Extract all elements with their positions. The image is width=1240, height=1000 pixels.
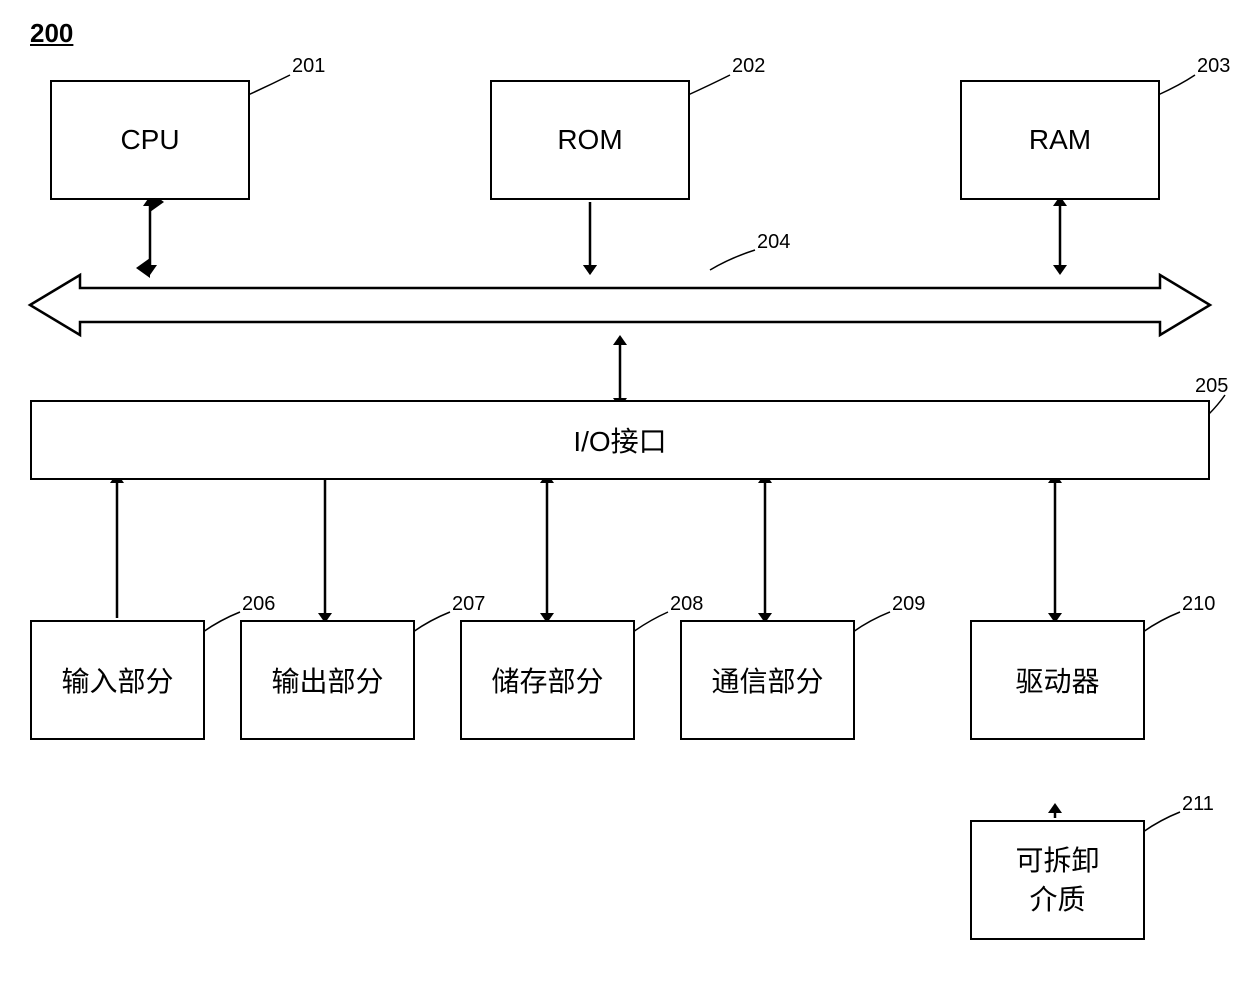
storage-box: 储存部分 [460, 620, 635, 740]
driver-box: 驱动器 [970, 620, 1145, 740]
svg-text:203: 203 [1197, 55, 1230, 77]
comm-label: 通信部分 [711, 660, 823, 700]
svg-text:211: 211 [1182, 793, 1214, 815]
svg-text:209: 209 [892, 593, 925, 615]
input-box: 输入部分 [30, 620, 205, 740]
svg-text:208: 208 [670, 593, 703, 615]
io-label: I/O接口 [573, 420, 666, 460]
svg-text:205: 205 [1195, 375, 1228, 397]
svg-text:202: 202 [732, 55, 765, 77]
comm-box: 通信部分 [680, 620, 855, 740]
diagram-title: 200 [30, 18, 73, 49]
ram-label: RAM [1029, 124, 1091, 156]
svg-text:206: 206 [242, 593, 275, 615]
media-label: 可拆卸介质 [1015, 841, 1099, 919]
svg-text:210: 210 [1182, 593, 1215, 615]
rom-label: ROM [557, 124, 622, 156]
rom-box: ROM [490, 80, 690, 200]
cpu-label: CPU [120, 124, 179, 156]
output-label: 输出部分 [271, 660, 383, 700]
driver-label: 驱动器 [1015, 660, 1099, 700]
output-box: 输出部分 [240, 620, 415, 740]
svg-text:201: 201 [292, 55, 325, 77]
ram-box: RAM [960, 80, 1160, 200]
diagram-container: 201 202 203 204 205 206 207 208 209 210 … [0, 0, 1240, 1000]
storage-label: 储存部分 [491, 660, 603, 700]
cpu-box: CPU [50, 80, 250, 200]
io-box: I/O接口 [30, 400, 1210, 480]
svg-text:207: 207 [452, 593, 485, 615]
input-label: 输入部分 [61, 660, 173, 700]
media-box: 可拆卸介质 [970, 820, 1145, 940]
svg-text:204: 204 [757, 231, 790, 253]
